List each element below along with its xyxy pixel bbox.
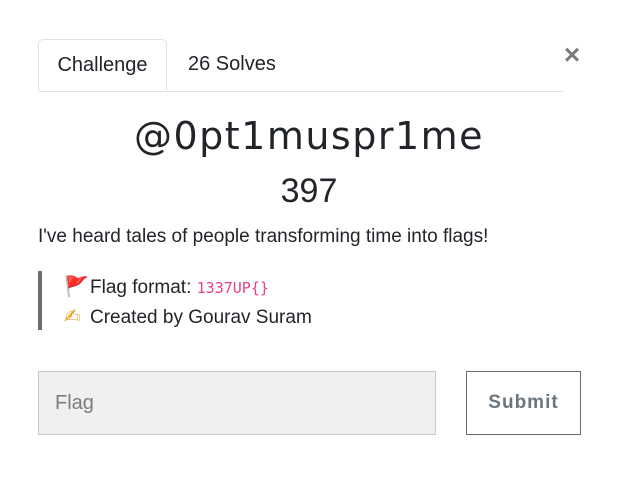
author-line: ✍ Created by Gourav Suram bbox=[64, 303, 312, 331]
challenge-modal: Challenge 26 Solves × @0pt1muspr1me 397 … bbox=[0, 0, 618, 490]
submit-button[interactable]: Submit bbox=[466, 371, 581, 435]
red-flag-icon: 🚩 bbox=[64, 274, 89, 298]
challenge-description: I've heard tales of people transforming … bbox=[38, 226, 489, 247]
flag-format-line: 🚩Flag format: 1337UP{} bbox=[64, 273, 269, 301]
challenge-tabs: Challenge 26 Solves bbox=[38, 39, 563, 92]
close-icon[interactable]: × bbox=[560, 40, 584, 70]
flag-format-label: Flag format: bbox=[90, 277, 197, 298]
tab-challenge[interactable]: Challenge bbox=[38, 39, 167, 91]
challenge-notes-blockquote: 🚩Flag format: 1337UP{} ✍ Created by Goura… bbox=[38, 271, 562, 330]
flag-format-code: 1337UP{} bbox=[196, 279, 269, 297]
author-text: Created by Gourav Suram bbox=[90, 307, 312, 328]
flag-input[interactable] bbox=[38, 371, 436, 435]
tab-solves[interactable]: 26 Solves bbox=[188, 39, 288, 90]
writing-hand-icon: ✍ bbox=[64, 304, 81, 328]
challenge-points: 397 bbox=[280, 172, 338, 210]
challenge-title: @0pt1muspr1me bbox=[133, 114, 485, 158]
